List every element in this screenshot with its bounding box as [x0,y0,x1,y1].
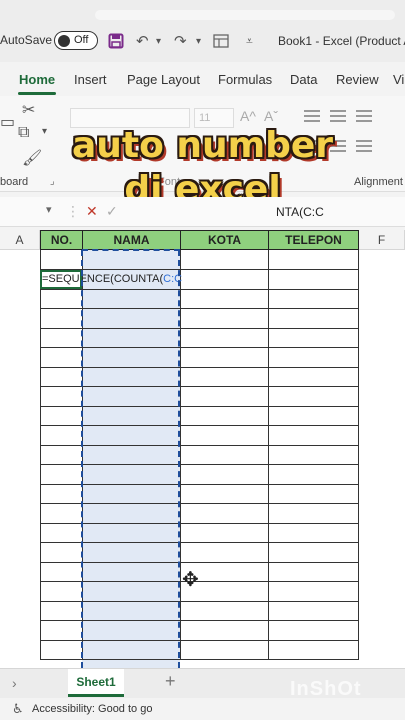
autosave-state: Off [74,34,89,46]
shrink-font-icon[interactable]: Aˇ [264,108,278,124]
tab-formulas[interactable]: Formulas [218,72,272,87]
toggle-knob [58,34,70,47]
table-row-line [40,639,359,641]
document-title: Book1 - Excel (Product A [278,34,405,48]
align-middle-icon[interactable] [330,110,346,122]
enter-icon[interactable]: ✓ [106,203,118,220]
table-row-line [40,600,359,602]
redo-dropdown-icon[interactable]: ▾ [196,31,201,51]
table-row-line [40,659,359,660]
tab-data[interactable]: Data [290,72,317,87]
cancel-icon[interactable]: ✕ [86,203,98,220]
table-row-line [40,503,359,504]
table-row-line [40,542,359,543]
mouse-cursor-icon: ✥ [182,569,199,591]
formula-bar: ▾ ⋮ ✕ ✓ NTA(C:C [0,197,405,227]
table-row-line [40,288,359,290]
table-row-line [40,269,359,270]
active-cell-border [40,270,82,289]
table-row-line [40,386,359,387]
tab-page-layout[interactable]: Page Layout [127,72,200,87]
tab-insert[interactable]: Insert [74,72,107,87]
table-row-line [40,464,359,465]
redo-icon[interactable]: ↷ [174,31,187,51]
table-row-line [40,405,359,407]
header-cell-nama[interactable]: NAMA [82,230,181,250]
table-row-line [40,483,359,485]
table-column-line [268,250,269,659]
sheet-scroll-icon[interactable]: › [12,675,17,691]
customize-icon[interactable]: ⩡ [246,31,253,51]
save-icon[interactable] [108,31,124,51]
tab-review[interactable]: Review [336,72,379,87]
table-row-line [40,308,359,309]
status-bar: ♿ Accessibility: Good to go [0,698,405,720]
add-sheet-button[interactable]: + [165,671,176,692]
accessibility-status[interactable]: Accessibility: Good to go [32,703,152,715]
separator-icon: ⋮ [66,203,80,219]
table-row-line [40,327,359,329]
sheet-tab-sheet1[interactable]: Sheet1 [68,669,124,697]
accessibility-icon: ♿ [12,701,24,716]
cut-icon[interactable]: ✂ [22,100,35,120]
align-top-icon[interactable] [304,110,320,122]
column-header-a[interactable]: A [0,230,40,250]
table-row-line [40,561,359,563]
caption-line-1: auto number [71,125,334,166]
table-column-line [40,250,41,659]
undo-dropdown-icon[interactable]: ▾ [156,31,161,51]
formula-input[interactable]: NTA(C:C [276,205,324,219]
table-row-line [40,425,359,426]
grow-font-icon[interactable]: A^ [240,108,256,124]
ribbon-tabs: Home Insert Page Layout Formulas Data Re… [0,62,405,96]
worksheet-grid[interactable]: A B C D E F NO. NAMA KOTA TELEPON =SEQUE… [0,230,405,668]
autosave-label: AutoSave [0,33,53,47]
header-cell-no[interactable]: NO. [40,230,83,250]
title-bar: AutoSave Off ↶ ▾ ↷ ▾ ⩡ Book1 - Excel (Pr… [0,0,405,62]
selection-border-right [178,250,180,668]
autosave-toggle[interactable]: Off [54,31,98,50]
table-row-line [40,444,359,446]
form-icon[interactable] [213,31,229,51]
align-bottom-icon[interactable] [356,110,372,122]
table-row-line [40,347,359,348]
tab-home[interactable]: Home [19,72,55,87]
name-box-dropdown-icon[interactable]: ▾ [46,203,52,216]
selection-border-top [82,249,180,251]
tab-view[interactable]: Vi [393,72,404,87]
table-row-line [40,620,359,621]
undo-icon[interactable]: ↶ [136,31,149,51]
column-header-f[interactable]: F [359,230,405,250]
table-row-line [40,366,359,368]
table-column-line [180,250,181,659]
table-row-line [40,522,359,524]
status-bar-ghost [95,10,395,20]
header-cell-kota[interactable]: KOTA [180,230,269,250]
active-tab-indicator [18,92,56,95]
table-column-line [358,250,359,659]
table-row-line [40,581,359,582]
selected-column-fill [82,250,180,668]
header-cell-telepon[interactable]: TELEPON [268,230,359,250]
selection-border-left [81,250,83,668]
